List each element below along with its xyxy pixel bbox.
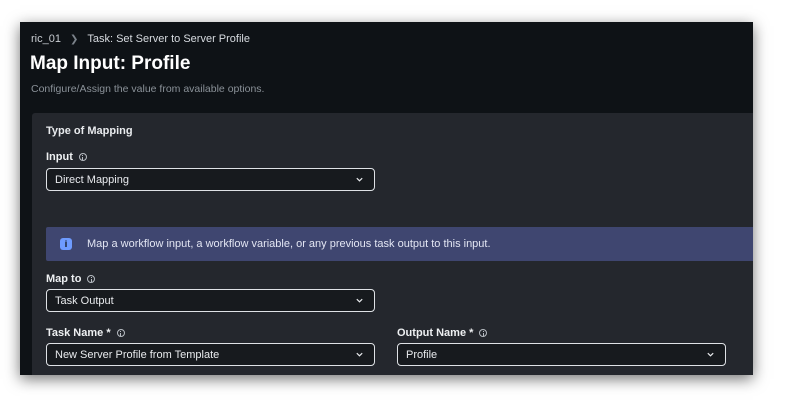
map-to-label-text: Map to bbox=[46, 273, 82, 285]
output-name-select[interactable]: Profile bbox=[397, 343, 726, 366]
info-icon[interactable] bbox=[87, 275, 96, 283]
mapping-type-heading: Type of Mapping bbox=[46, 125, 133, 137]
map-to-select[interactable]: Task Output bbox=[46, 289, 375, 312]
input-select-value: Direct Mapping bbox=[55, 173, 129, 186]
input-label-text: Input bbox=[46, 151, 73, 163]
output-name-label: Output Name * bbox=[397, 327, 488, 339]
output-name-label-text: Output Name * bbox=[397, 327, 474, 339]
chevron-down-icon bbox=[356, 352, 363, 357]
info-filled-icon: i bbox=[60, 238, 72, 250]
info-banner: i Map a workflow input, a workflow varia… bbox=[46, 227, 753, 261]
task-name-label-text: Task Name * bbox=[46, 327, 111, 339]
app-window: ric_01 ❯ Task: Set Server to Server Prof… bbox=[20, 22, 753, 375]
breadcrumb-current: Task: Set Server to Server Profile bbox=[87, 33, 250, 45]
chevron-down-icon bbox=[356, 177, 363, 182]
breadcrumb-link-parent[interactable]: ric_01 bbox=[31, 33, 61, 45]
input-select[interactable]: Direct Mapping bbox=[46, 168, 375, 191]
task-name-select[interactable]: New Server Profile from Template bbox=[46, 343, 375, 366]
output-name-select-value: Profile bbox=[406, 348, 438, 361]
task-name-select-value: New Server Profile from Template bbox=[55, 348, 220, 361]
input-label: Input bbox=[46, 151, 87, 163]
page-title: Map Input: Profile bbox=[30, 53, 191, 74]
chevron-right-icon: ❯ bbox=[69, 33, 79, 45]
map-to-label: Map to bbox=[46, 273, 96, 285]
breadcrumb: ric_01 ❯ Task: Set Server to Server Prof… bbox=[31, 33, 250, 45]
mapping-card: Type of Mapping Input Direct Mapping i M… bbox=[32, 113, 753, 375]
info-banner-text: Map a workflow input, a workflow variabl… bbox=[87, 238, 491, 250]
chevron-down-icon bbox=[707, 352, 714, 357]
map-to-select-value: Task Output bbox=[55, 294, 114, 307]
chevron-down-icon bbox=[356, 298, 363, 303]
page-subtitle: Configure/Assign the value from availabl… bbox=[31, 83, 265, 95]
info-icon[interactable] bbox=[78, 153, 87, 161]
info-icon[interactable] bbox=[116, 329, 125, 337]
task-name-label: Task Name * bbox=[46, 327, 125, 339]
info-icon[interactable] bbox=[479, 329, 488, 337]
